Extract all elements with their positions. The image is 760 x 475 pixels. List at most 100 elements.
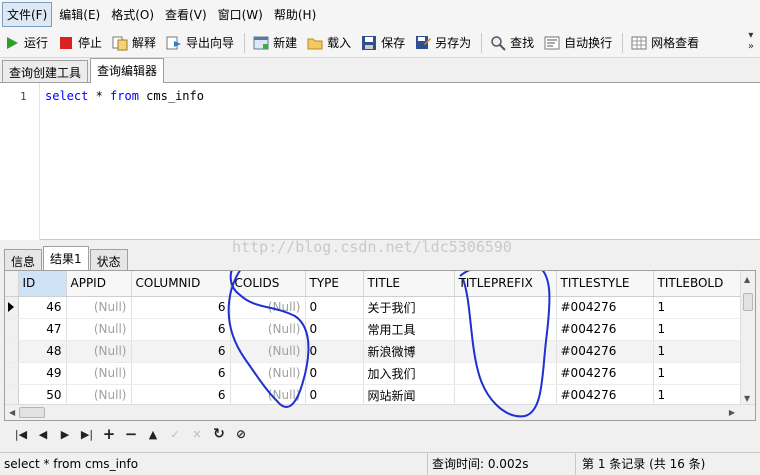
tab-query-editor[interactable]: 查询编辑器 xyxy=(90,58,165,83)
cell-columnid[interactable]: 6 xyxy=(131,384,231,407)
scroll-right-icon[interactable]: ▶ xyxy=(729,408,735,417)
toolbar-overflow-icon[interactable]: ▾» xyxy=(748,30,754,52)
sql-editor[interactable]: 1 select * from cms_info xyxy=(0,83,760,240)
cell-type[interactable]: 0 xyxy=(305,296,364,319)
scroll-down-icon[interactable]: ▼ xyxy=(744,394,750,403)
menu-window[interactable]: 窗口(W) xyxy=(214,3,267,26)
cell-id[interactable]: 48 xyxy=(18,340,67,363)
table-row[interactable]: 49 (Null) 6 (Null) 0 加入我们 #004276 1 xyxy=(5,362,744,385)
result-grid[interactable]: ID APPID COLUMNID COLIDS TYPE TITLE TITL… xyxy=(4,270,756,421)
menu-format[interactable]: 格式(O) xyxy=(107,3,158,26)
cell-colids[interactable]: (Null) xyxy=(230,296,306,319)
cell-titleprefix[interactable] xyxy=(454,362,557,385)
cell-title[interactable]: 新浪微博 xyxy=(363,340,455,363)
cell-titleprefix[interactable] xyxy=(454,384,557,407)
add-record-icon[interactable]: + xyxy=(98,424,120,444)
menu-view[interactable]: 查看(V) xyxy=(161,3,211,26)
cell-colids[interactable]: (Null) xyxy=(230,318,306,341)
load-button[interactable]: 载入 xyxy=(307,34,351,51)
cell-id[interactable]: 49 xyxy=(18,362,67,385)
cell-appid[interactable]: (Null) xyxy=(66,340,132,363)
export-wizard-button[interactable]: 导出向导 xyxy=(166,34,234,51)
cell-title[interactable]: 网站新闻 xyxy=(363,384,455,407)
horizontal-scroll-thumb[interactable] xyxy=(19,407,45,418)
cell-type[interactable]: 0 xyxy=(305,318,364,341)
prev-record-icon[interactable]: ◀ xyxy=(32,424,54,444)
column-header-appid[interactable]: APPID xyxy=(66,271,132,297)
table-row[interactable]: 48 (Null) 6 (Null) 0 新浪微博 #004276 1 xyxy=(5,340,744,363)
cell-titlebold[interactable]: 1 xyxy=(653,384,744,407)
column-header-titlestyle[interactable]: TITLESTYLE xyxy=(556,271,654,297)
cell-type[interactable]: 0 xyxy=(305,384,364,407)
tab-result1[interactable]: 结果1 xyxy=(43,246,89,270)
cell-columnid[interactable]: 6 xyxy=(131,296,231,319)
vertical-scrollbar[interactable]: ▲ ▼ xyxy=(740,271,755,405)
cell-titleprefix[interactable] xyxy=(454,318,557,341)
cell-titlebold[interactable]: 1 xyxy=(653,318,744,341)
cell-titlestyle[interactable]: #004276 xyxy=(556,384,654,407)
cell-appid[interactable]: (Null) xyxy=(66,318,132,341)
cell-titlestyle[interactable]: #004276 xyxy=(556,318,654,341)
cell-title[interactable]: 常用工具 xyxy=(363,318,455,341)
tab-status[interactable]: 状态 xyxy=(89,249,128,270)
cell-columnid[interactable]: 6 xyxy=(131,318,231,341)
cell-titlestyle[interactable]: #004276 xyxy=(556,296,654,319)
horizontal-scrollbar[interactable]: ◀ ▶ xyxy=(5,404,755,420)
new-button[interactable]: 新建 xyxy=(253,34,297,51)
first-record-icon[interactable]: |◀ xyxy=(10,424,32,444)
cell-type[interactable]: 0 xyxy=(305,340,364,363)
stop-icon[interactable]: ⊘ xyxy=(230,424,252,444)
cell-titlebold[interactable]: 1 xyxy=(653,340,744,363)
last-record-icon[interactable]: ▶| xyxy=(76,424,98,444)
column-header-columnid[interactable]: COLUMNID xyxy=(131,271,231,297)
cell-title[interactable]: 关于我们 xyxy=(363,296,455,319)
cell-columnid[interactable]: 6 xyxy=(131,362,231,385)
find-button[interactable]: 查找 xyxy=(490,34,534,51)
menu-help[interactable]: 帮助(H) xyxy=(270,3,320,26)
cell-appid[interactable]: (Null) xyxy=(66,362,132,385)
cell-id[interactable]: 50 xyxy=(18,384,67,407)
run-button[interactable]: 运行 xyxy=(4,34,48,51)
cell-appid[interactable]: (Null) xyxy=(66,384,132,407)
column-header-type[interactable]: TYPE xyxy=(305,271,364,297)
cell-type[interactable]: 0 xyxy=(305,362,364,385)
tab-query-builder[interactable]: 查询创建工具 xyxy=(2,60,89,82)
cell-colids[interactable]: (Null) xyxy=(230,384,306,407)
menu-edit[interactable]: 编辑(E) xyxy=(55,3,104,26)
move-up-icon[interactable]: ▲ xyxy=(142,424,164,444)
cell-titleprefix[interactable] xyxy=(454,296,557,319)
sql-text[interactable]: select * from cms_info xyxy=(45,89,204,103)
next-record-icon[interactable]: ▶ xyxy=(54,424,76,444)
vertical-scroll-thumb[interactable] xyxy=(743,293,753,311)
cell-titlebold[interactable]: 1 xyxy=(653,296,744,319)
table-row[interactable]: 47 (Null) 6 (Null) 0 常用工具 #004276 1 xyxy=(5,318,744,341)
save-button[interactable]: 保存 xyxy=(361,34,405,51)
table-row[interactable]: 50 (Null) 6 (Null) 0 网站新闻 #004276 1 xyxy=(5,384,744,407)
scroll-up-icon[interactable]: ▲ xyxy=(744,275,750,284)
column-header-id[interactable]: ID xyxy=(18,271,67,297)
cell-titlestyle[interactable]: #004276 xyxy=(556,340,654,363)
word-wrap-button[interactable]: 自动换行 xyxy=(544,34,612,51)
delete-record-icon[interactable]: − xyxy=(120,424,142,444)
cell-colids[interactable]: (Null) xyxy=(230,362,306,385)
column-header-title[interactable]: TITLE xyxy=(363,271,455,297)
tab-info[interactable]: 信息 xyxy=(4,249,43,270)
cell-colids[interactable]: (Null) xyxy=(230,340,306,363)
column-header-titlebold[interactable]: TITLEBOLD xyxy=(653,271,744,297)
cell-title[interactable]: 加入我们 xyxy=(363,362,455,385)
cell-columnid[interactable]: 6 xyxy=(131,340,231,363)
cell-titlestyle[interactable]: #004276 xyxy=(556,362,654,385)
table-row[interactable]: 46 (Null) 6 (Null) 0 关于我们 #004276 1 xyxy=(5,296,744,319)
scroll-left-icon[interactable]: ◀ xyxy=(9,408,15,417)
stop-button[interactable]: 停止 xyxy=(58,34,102,51)
cell-titlebold[interactable]: 1 xyxy=(653,362,744,385)
cell-appid[interactable]: (Null) xyxy=(66,296,132,319)
column-header-titleprefix[interactable]: TITLEPREFIX xyxy=(454,271,557,297)
explain-button[interactable]: 解释 xyxy=(112,34,156,51)
cell-id[interactable]: 47 xyxy=(18,318,67,341)
grid-view-button[interactable]: 网格查看 xyxy=(631,34,699,51)
column-header-colids[interactable]: COLIDS xyxy=(230,271,306,297)
save-as-button[interactable]: 另存为 xyxy=(415,34,471,51)
refresh-icon[interactable]: ↻ xyxy=(208,424,230,444)
cell-id[interactable]: 46 xyxy=(18,296,67,319)
